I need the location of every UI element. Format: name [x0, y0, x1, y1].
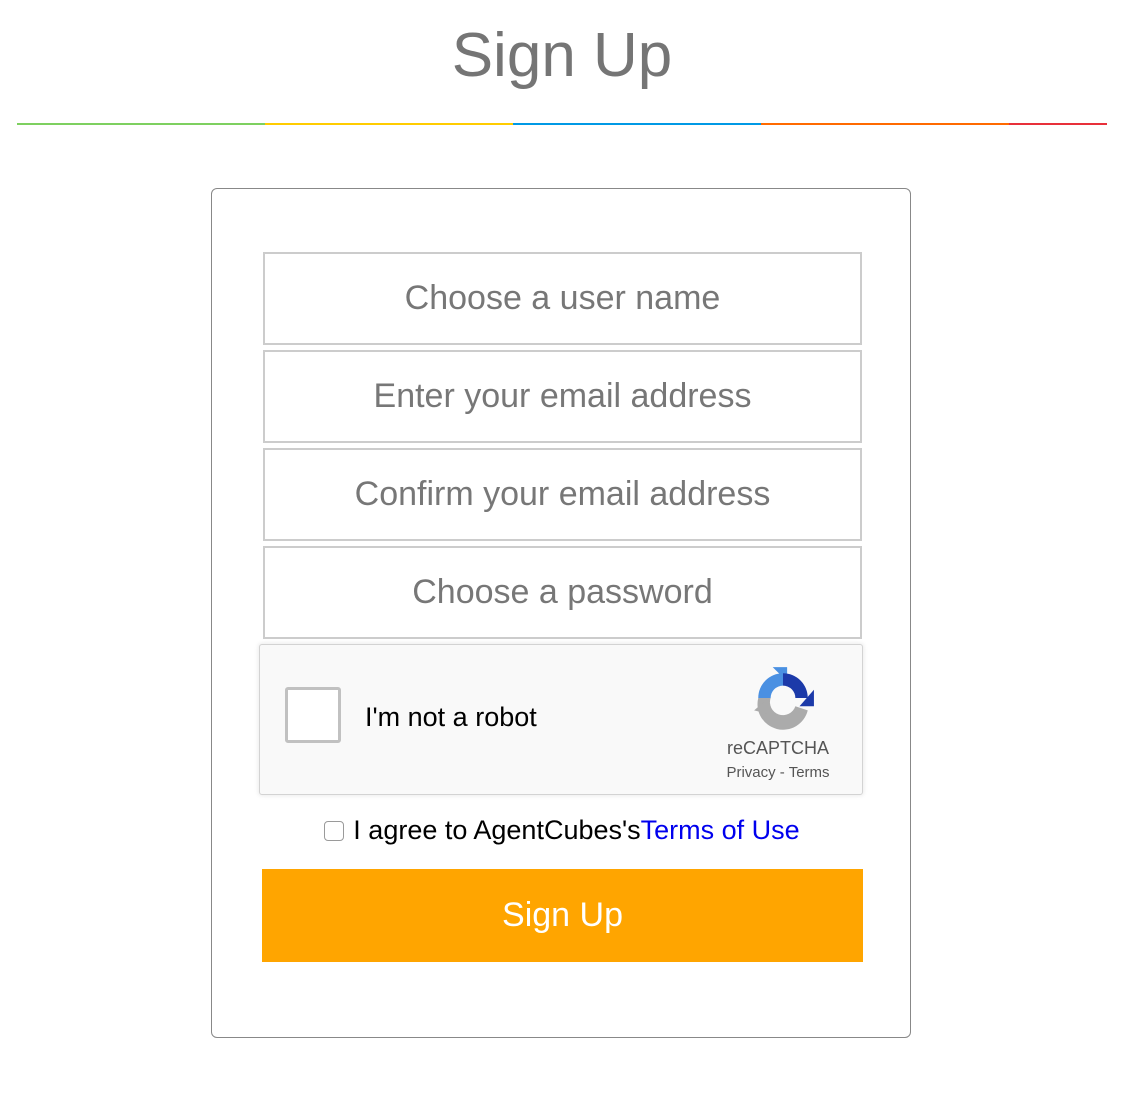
divider-segment-green	[17, 123, 265, 125]
username-input[interactable]	[263, 252, 862, 345]
recaptcha-links: Privacy - Terms	[718, 764, 838, 781]
recaptcha-logo-icon	[754, 667, 814, 730]
confirm-email-input[interactable]	[263, 448, 862, 541]
divider-segment-red	[1009, 123, 1107, 125]
divider-segment-orange	[761, 123, 1009, 125]
signup-button[interactable]: Sign Up	[262, 869, 863, 962]
email-input[interactable]	[263, 350, 862, 443]
recaptcha-brand: reCAPTCHA	[726, 738, 829, 758]
terms-agreement-text: I agree to AgentCubes's	[353, 815, 641, 845]
recaptcha-checkbox[interactable]	[285, 687, 341, 743]
page-title: Sign Up	[451, 21, 673, 90]
recaptcha-terms-link[interactable]: Terms	[789, 764, 830, 781]
terms-agreement-row: I agree to AgentCubes'sTerms of Use	[212, 814, 912, 846]
divider-segment-yellow	[265, 123, 513, 125]
rainbow-divider	[17, 123, 1107, 125]
divider-segment-blue	[513, 123, 761, 125]
terms-agreement-checkbox[interactable]	[324, 821, 345, 841]
password-input[interactable]	[263, 546, 862, 639]
signup-form-card: I'm not a robot reCAPTCHA Privacy - Term…	[211, 188, 911, 1038]
recaptcha-link-separator: -	[775, 764, 789, 781]
recaptcha-label: I'm not a robot	[365, 702, 537, 732]
recaptcha-privacy-link[interactable]: Privacy	[726, 764, 775, 781]
recaptcha-widget: I'm not a robot reCAPTCHA Privacy - Term…	[259, 644, 863, 795]
terms-of-use-link[interactable]: Terms of Use	[641, 815, 800, 845]
